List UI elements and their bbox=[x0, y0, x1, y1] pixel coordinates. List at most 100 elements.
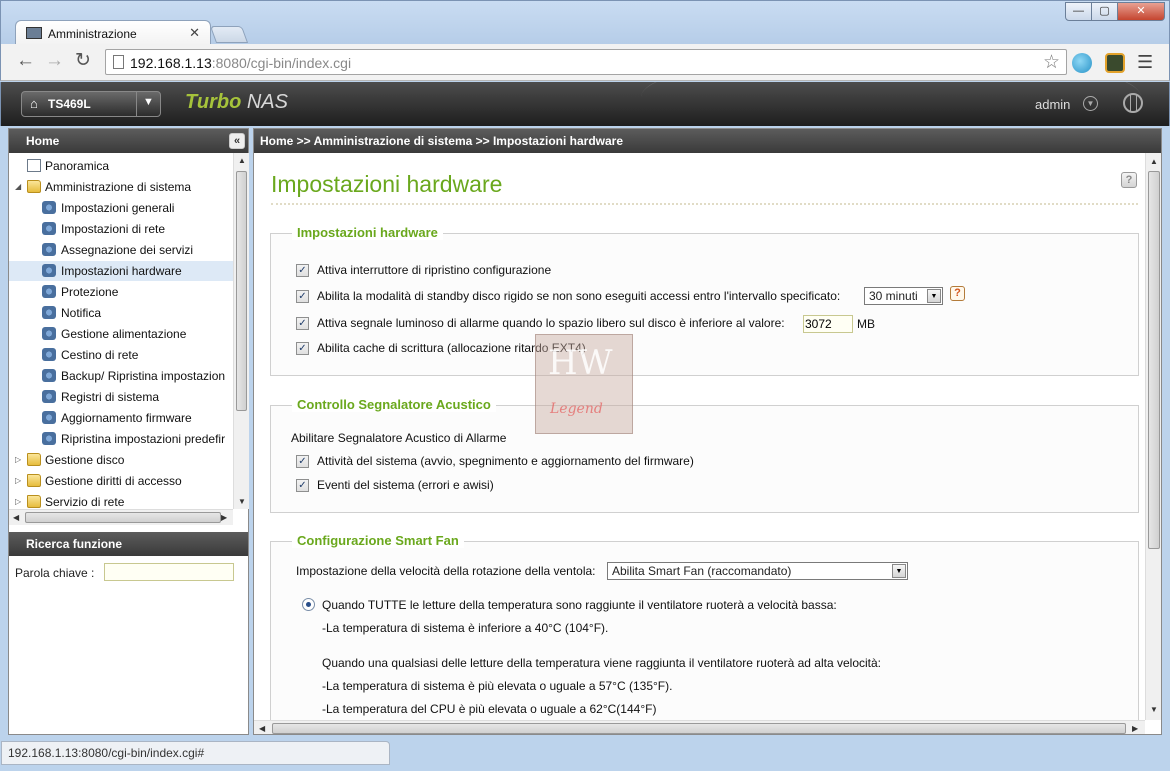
bookmark-star-icon[interactable]: ☆ bbox=[1043, 51, 1060, 74]
reset-switch-checkbox[interactable]: ✓ bbox=[296, 264, 309, 277]
tree-header: Home « bbox=[9, 129, 248, 153]
tree-item-aggiornamento-firmware[interactable]: Aggiornamento firmware bbox=[9, 408, 233, 428]
settings-icon bbox=[42, 201, 56, 214]
collapsed-arrow-icon[interactable]: ▷ bbox=[15, 450, 21, 470]
standby-checkbox[interactable]: ✓ bbox=[296, 290, 309, 303]
page-title: Impostazioni hardware bbox=[271, 171, 503, 197]
help-icon[interactable]: ? bbox=[1121, 172, 1137, 188]
content-area: Impostazioni hardware ? Impostazioni har… bbox=[254, 153, 1145, 720]
system-events-checkbox[interactable]: ✓ bbox=[296, 479, 309, 492]
hardware-section: Impostazioni hardware ✓ Attiva interrutt… bbox=[270, 225, 1139, 376]
scroll-left-icon[interactable]: ◀ bbox=[13, 513, 19, 522]
tree-item-panoramica[interactable]: Panoramica bbox=[9, 156, 233, 176]
tree-item-ripristina-predefinite[interactable]: Ripristina impostazioni predefir bbox=[9, 429, 233, 449]
tree-scroll-thumb[interactable] bbox=[236, 171, 247, 411]
checker-extension-icon[interactable] bbox=[1105, 53, 1125, 73]
expanded-arrow-icon[interactable]: ◢ bbox=[15, 177, 21, 197]
smart-fan-legend: Configurazione Smart Fan bbox=[292, 533, 464, 548]
tree-item-notifica[interactable]: Notifica bbox=[9, 303, 233, 323]
reload-icon[interactable]: ↻ bbox=[75, 51, 91, 71]
log-icon bbox=[42, 390, 56, 403]
maximize-button[interactable]: ▢ bbox=[1091, 2, 1118, 21]
fan-speed-label: Impostazione della velocità della rotazi… bbox=[296, 564, 596, 578]
high-system-temp: -La temperatura di sistema è più elevata… bbox=[322, 679, 673, 693]
main-hscroll-thumb[interactable] bbox=[272, 723, 1126, 734]
notification-icon bbox=[42, 306, 56, 319]
home-icon: ⌂ bbox=[30, 96, 38, 111]
url-text[interactable]: 192.168.1.13:8080/cgi-bin/index.cgi bbox=[130, 55, 351, 71]
chevron-down-icon[interactable]: ▼ bbox=[927, 289, 941, 303]
browser-tab[interactable]: Amministrazione ✕ bbox=[15, 20, 211, 46]
scroll-down-icon[interactable]: ▼ bbox=[1150, 705, 1158, 714]
minimize-button[interactable]: — bbox=[1065, 2, 1092, 21]
menu-icon[interactable]: ☰ bbox=[1137, 52, 1153, 73]
tree-item-cestino-rete[interactable]: Cestino di rete bbox=[9, 345, 233, 365]
fan-speed-select[interactable]: Abilita Smart Fan (raccomandato) ▼ bbox=[607, 562, 908, 580]
restore-icon bbox=[42, 432, 56, 445]
close-window-button[interactable]: ✕ bbox=[1117, 2, 1165, 21]
low-speed-radio[interactable] bbox=[302, 598, 315, 611]
address-bar[interactable]: 192.168.1.13:8080/cgi-bin/index.cgi ☆ bbox=[105, 49, 1067, 75]
tree-item-amministrazione[interactable]: ◢ Amministrazione di sistema bbox=[9, 177, 233, 197]
shield-icon bbox=[42, 285, 56, 298]
model-selector[interactable]: ⌂ TS469L ▼ bbox=[21, 91, 161, 117]
navigation-tree: Panoramica ◢ Amministrazione di sistema … bbox=[9, 153, 233, 509]
collapse-panel-icon[interactable]: « bbox=[229, 133, 245, 149]
tab-close-icon[interactable]: ✕ bbox=[189, 25, 200, 41]
alarm-light-checkbox[interactable]: ✓ bbox=[296, 317, 309, 330]
tree-item-impostazioni-rete[interactable]: Impostazioni di rete bbox=[9, 219, 233, 239]
backup-icon bbox=[42, 369, 56, 382]
tree-item-gestione-diritti[interactable]: ▷ Gestione diritti di accesso bbox=[9, 471, 233, 491]
tree-item-backup-ripristina[interactable]: Backup/ Ripristina impostazion bbox=[9, 366, 233, 386]
keyword-input[interactable] bbox=[104, 563, 234, 581]
system-operations-checkbox[interactable]: ✓ bbox=[296, 455, 309, 468]
buzzer-section: Controllo Segnalatore Acustico Abilitare… bbox=[270, 397, 1139, 513]
power-icon bbox=[42, 327, 56, 340]
forward-arrow-icon[interactable]: → bbox=[45, 51, 64, 71]
scroll-up-icon[interactable]: ▲ bbox=[1150, 157, 1158, 166]
new-tab-button[interactable] bbox=[209, 26, 249, 43]
tree-item-servizio-rete[interactable]: ▷ Servizio di rete bbox=[9, 492, 233, 509]
scroll-up-icon[interactable]: ▲ bbox=[238, 156, 246, 165]
tree-item-gestione-alimentazione[interactable]: Gestione alimentazione bbox=[9, 324, 233, 344]
main-horizontal-scrollbar[interactable]: ◀ ▶ bbox=[254, 720, 1145, 734]
user-menu-icon[interactable]: ▼ bbox=[1083, 96, 1098, 111]
chevron-down-icon[interactable]: ▼ bbox=[143, 96, 154, 108]
buzzer-intro: Abilitare Segnalatore Acustico di Allarm… bbox=[291, 431, 507, 445]
watermark-logo: HW Legend bbox=[535, 334, 633, 434]
back-arrow-icon[interactable]: ← bbox=[16, 51, 35, 71]
standby-option: ✓ Abilita la modalità di standby disco r… bbox=[296, 287, 1116, 305]
system-events-option: ✓ Eventi del sistema (errori e awisi) bbox=[296, 476, 1116, 494]
tree-item-protezione[interactable]: Protezione bbox=[9, 282, 233, 302]
tree-item-impostazioni-generali[interactable]: Impostazioni generali bbox=[9, 198, 233, 218]
tree-item-assegnazione-servizi[interactable]: Assegnazione dei servizi bbox=[9, 240, 233, 260]
scroll-down-icon[interactable]: ▼ bbox=[238, 497, 246, 506]
tree-hscroll-thumb[interactable] bbox=[25, 512, 221, 523]
write-cache-checkbox[interactable]: ✓ bbox=[296, 342, 309, 355]
scroll-left-icon[interactable]: ◀ bbox=[259, 724, 265, 733]
standby-help-icon[interactable]: ? bbox=[950, 286, 965, 301]
user-name[interactable]: admin bbox=[1035, 97, 1070, 112]
scroll-right-icon[interactable]: ▶ bbox=[1132, 724, 1138, 733]
tree-item-gestione-disco[interactable]: ▷ Gestione disco bbox=[9, 450, 233, 470]
chevron-down-icon[interactable]: ▼ bbox=[892, 564, 906, 578]
tree-item-impostazioni-hardware[interactable]: Impostazioni hardware bbox=[9, 261, 233, 281]
search-header: Ricerca funzione bbox=[9, 532, 248, 556]
skype-extension-icon[interactable] bbox=[1072, 53, 1092, 73]
folder-icon bbox=[27, 474, 41, 487]
write-cache-option: ✓ Abilita cache di scrittura (allocazion… bbox=[296, 339, 1116, 357]
main-scroll-thumb[interactable] bbox=[1148, 171, 1160, 549]
system-operations-option: ✓ Attività del sistema (avvio, spegnimen… bbox=[296, 452, 1116, 470]
tree-horizontal-scrollbar[interactable]: ◀ ▶ bbox=[9, 509, 233, 525]
browser-toolbar: ← → ↻ 192.168.1.13:8080/cgi-bin/index.cg… bbox=[0, 44, 1170, 81]
standby-time-select[interactable]: 30 minuti ▼ bbox=[864, 287, 943, 305]
main-vertical-scrollbar[interactable]: ▲ ▼ bbox=[1145, 153, 1161, 720]
left-panel: Home « Panoramica ◢ Amministrazione di s… bbox=[8, 128, 249, 735]
scroll-right-icon[interactable]: ▶ bbox=[221, 513, 227, 522]
collapsed-arrow-icon[interactable]: ▷ bbox=[15, 471, 21, 491]
language-globe-icon[interactable] bbox=[1123, 93, 1143, 113]
tree-item-registri-sistema[interactable]: Registri di sistema bbox=[9, 387, 233, 407]
alarm-threshold-input[interactable] bbox=[803, 315, 853, 333]
tree-vertical-scrollbar[interactable]: ▲ ▼ bbox=[233, 153, 249, 509]
collapsed-arrow-icon[interactable]: ▷ bbox=[15, 492, 21, 509]
